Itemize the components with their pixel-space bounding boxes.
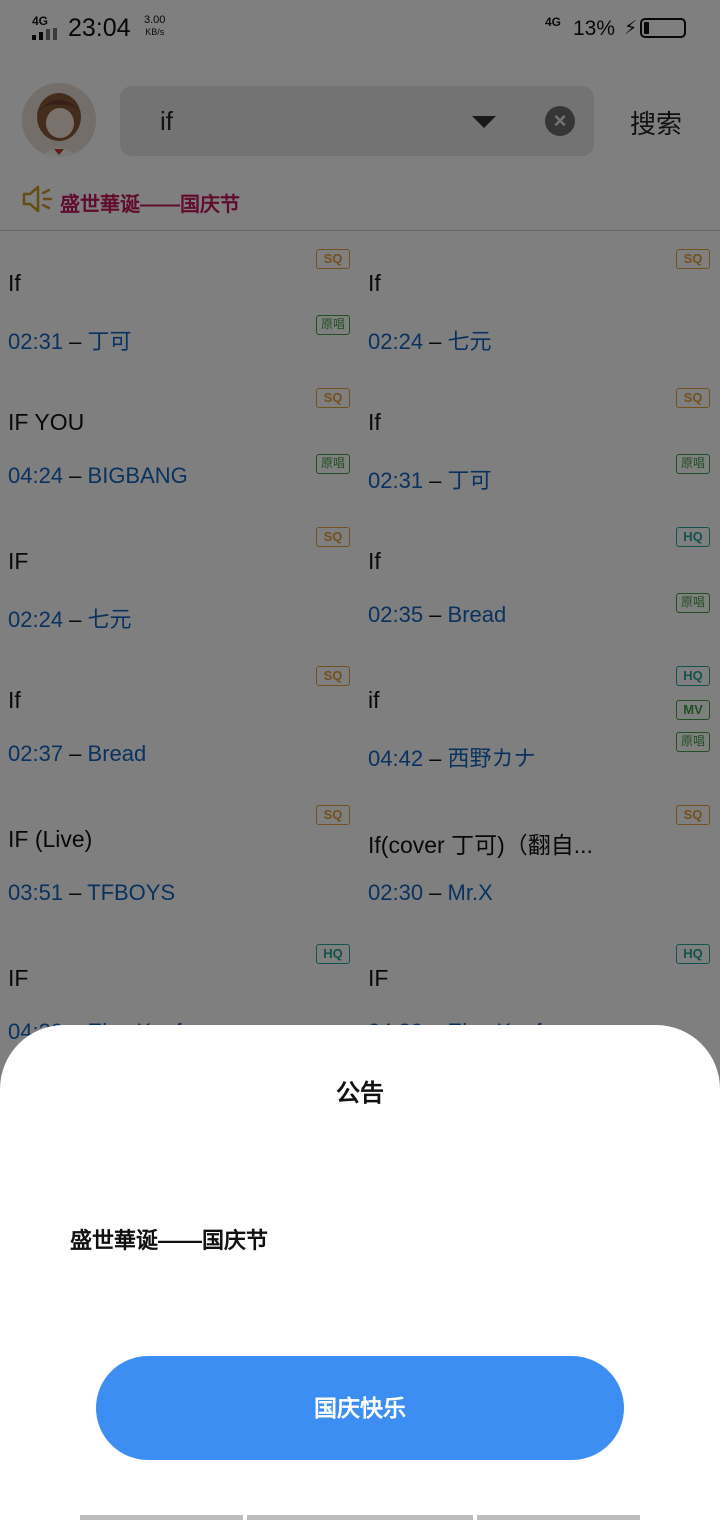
confirm-button[interactable]: 国庆快乐 [96,1356,624,1460]
nav-bar-segment [477,1515,640,1520]
nav-bar-segment [80,1515,243,1520]
dialog-title: 公告 [336,1080,384,1107]
dialog-content: 盛世華诞——国庆节 [70,1228,269,1253]
announcement-dialog: 公告 盛世華诞——国庆节 国庆快乐 [0,1025,720,1520]
music-search-screen: 4G 23:04 3.00 KB/s 4G 13% ⚡ if × [0,0,720,1520]
nav-bar-segment [247,1515,473,1520]
